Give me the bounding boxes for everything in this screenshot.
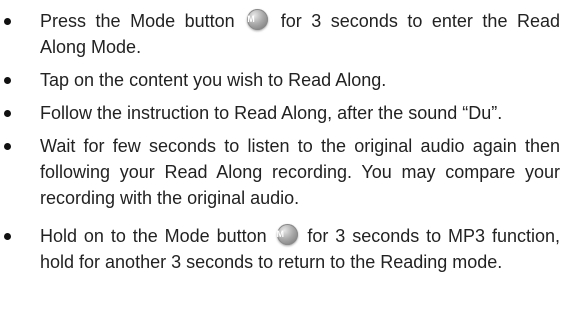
bullet-icon	[4, 18, 11, 25]
instruction-text-before-icon: Hold on to the Mode button	[40, 226, 274, 246]
instruction-item-tap-content: Tap on the content you wish to Read Alon…	[0, 67, 566, 93]
instruction-item-wait-listen: Wait for few seconds to listen to the or…	[0, 133, 566, 211]
bullet-icon	[4, 77, 11, 84]
bullet-icon	[4, 233, 11, 240]
instruction-item-hold-mode: Hold on to the Mode button M for 3 secon…	[0, 223, 566, 275]
bullet-icon	[4, 110, 11, 117]
instruction-list: Press the Mode button M for 3 seconds to…	[0, 8, 566, 275]
mode-button-icon: M	[247, 9, 269, 30]
instruction-text: Wait for few seconds to listen to the or…	[40, 136, 560, 208]
mode-button-letter: M	[276, 229, 285, 239]
instruction-item-follow-instruction: Follow the instruction to Read Along, af…	[0, 100, 566, 126]
instruction-text: Follow the instruction to Read Along, af…	[40, 103, 503, 123]
instruction-item-press-mode: Press the Mode button M for 3 seconds to…	[0, 8, 566, 60]
mode-button-icon: M	[276, 224, 298, 245]
instruction-text: Tap on the content you wish to Read Alon…	[40, 70, 387, 90]
instruction-text-before-icon: Press the Mode button	[40, 11, 245, 31]
bullet-icon	[4, 143, 11, 150]
instruction-document: Press the Mode button M for 3 seconds to…	[0, 0, 566, 320]
mode-button-letter: M	[247, 14, 255, 24]
